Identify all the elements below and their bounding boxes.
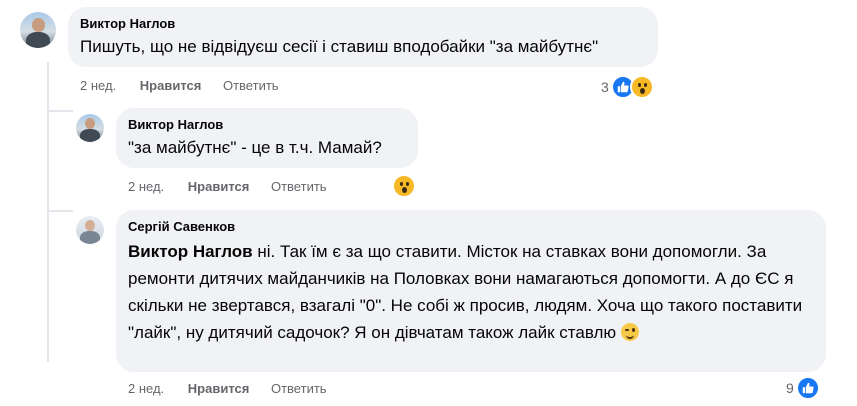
wow-icon [629,75,654,99]
thread-curve [47,110,73,112]
avatar[interactable] [76,216,104,244]
like-button[interactable]: Нравится [188,381,250,397]
comment-bubble: Виктор Наглов "за майбутнє" - це в т.ч. … [116,108,418,168]
comment-actions: 2 нед. Нравится Ответить [128,381,327,397]
wow-icon [392,174,416,198]
comment-author[interactable]: Виктор Наглов [128,116,406,133]
reaction-count: 3 [601,79,609,95]
thread-curve [47,210,73,212]
reply-button[interactable]: Ответить [271,179,327,195]
like-icon [795,376,820,400]
avatar[interactable] [20,12,56,48]
comment-author[interactable]: Виктор Наглов [80,15,646,32]
reaction-summary[interactable] [392,174,416,198]
comment-bubble: Виктор Наглов Пишуть, що не відвідуєш се… [68,7,658,67]
winking-face-icon [620,323,639,341]
reaction-summary[interactable]: 9 [786,376,820,400]
reply-button[interactable]: Ответить [271,381,327,397]
like-button[interactable]: Нравится [188,179,250,195]
comment-bubble: Сергій Савенков Виктор Наглов ні. Так їм… [116,210,826,372]
comment-text: "за майбутнє" - це в т.ч. Мамай? [128,138,382,157]
comment-actions: 2 нед. Нравится Ответить [80,78,279,94]
comment-text: Пишуть, що не відвідуєш сесії і ставиш в… [80,37,599,56]
reply-button[interactable]: Ответить [223,78,279,94]
comment-time[interactable]: 2 нед. [128,381,164,397]
comment-actions: 2 нед. Нравится Ответить [128,179,327,195]
reaction-summary[interactable]: 3 [601,75,654,99]
mention-link[interactable]: Виктор Наглов [128,242,253,261]
comment-time[interactable]: 2 нед. [80,78,116,94]
like-button[interactable]: Нравится [140,78,202,94]
comment-text: Виктор Наглов ні. Так їм є за що ставити… [128,238,814,346]
avatar[interactable] [76,114,104,142]
comment-author[interactable]: Сергій Савенков [128,218,814,235]
comment-time[interactable]: 2 нед. [128,179,164,195]
reaction-count: 9 [786,380,794,396]
thread-line [47,62,49,362]
